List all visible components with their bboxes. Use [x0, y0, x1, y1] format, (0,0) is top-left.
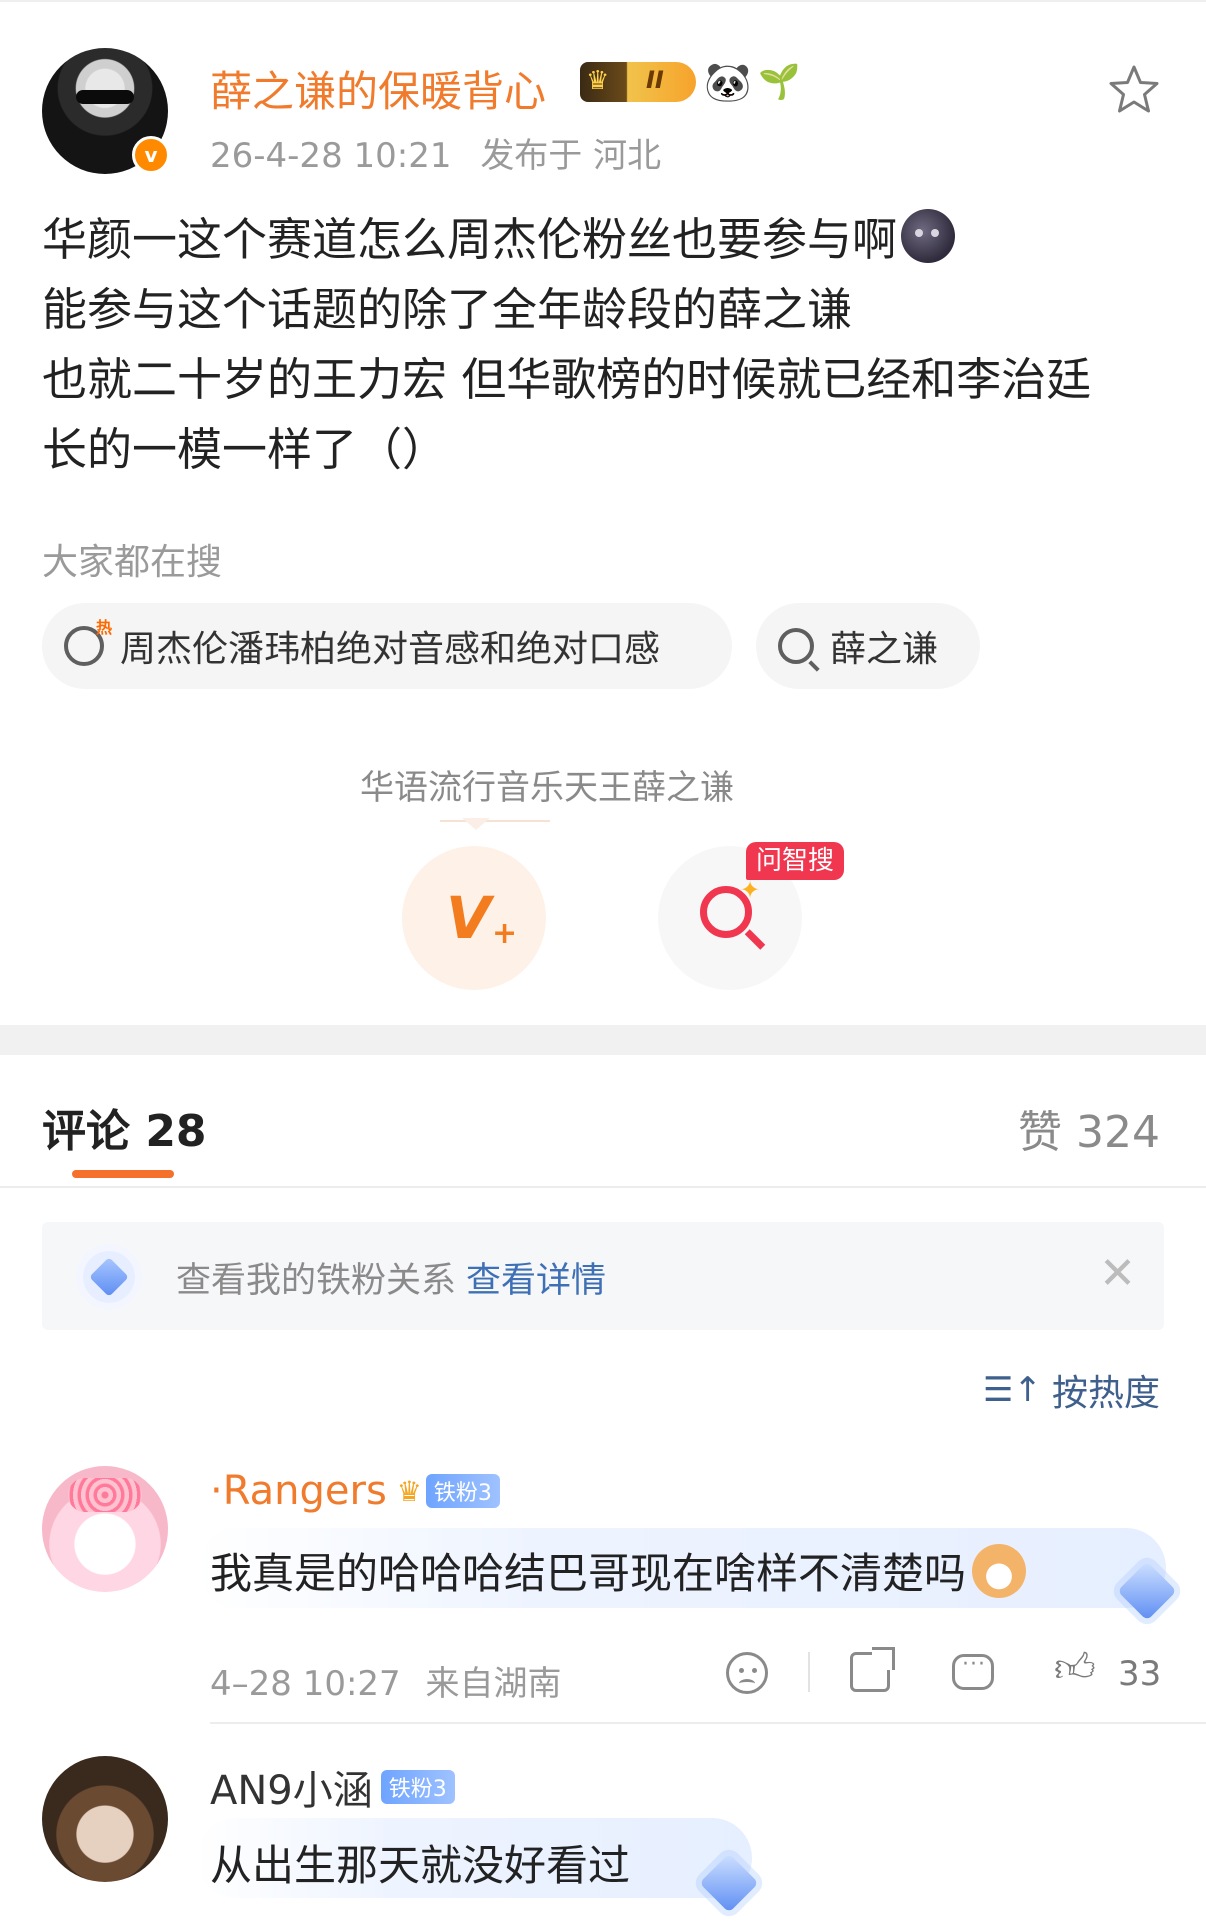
- crown-icon: ♛: [586, 66, 610, 96]
- commenter-name[interactable]: ·Rangers ♛ 铁粉3: [210, 1468, 500, 1514]
- emoji-reaction-icon[interactable]: [726, 1652, 768, 1694]
- fan-relationship-banner: 查看我的铁粉关系 查看详情 ✕: [42, 1222, 1164, 1330]
- panda-icon: 🐼: [704, 60, 752, 104]
- verified-badge-icon: v: [132, 136, 170, 174]
- vplus-button[interactable]: V +: [402, 846, 546, 990]
- post-timestamp: 26-4-28 10:21: [210, 136, 452, 176]
- post-body-line: 能参与这个话题的除了全年龄段的薛之谦: [42, 283, 853, 336]
- share-icon[interactable]: [850, 1647, 895, 1692]
- trending-chip-search[interactable]: 薛之谦: [756, 603, 980, 689]
- trending-chip-hot[interactable]: 周杰伦潘玮柏绝对音感和绝对口感: [42, 603, 732, 689]
- vip-level: II: [646, 66, 664, 94]
- topic-underline: [440, 820, 550, 822]
- plus-icon: +: [492, 916, 518, 951]
- topic-pointer: [462, 818, 490, 830]
- sort-icon: ☰↑: [983, 1370, 1042, 1410]
- commenter-avatar[interactable]: [42, 1466, 168, 1592]
- comments-divider: [0, 1186, 1206, 1188]
- action-separator: [808, 1652, 810, 1692]
- post-body: 华颜一这个赛道怎么周杰伦粉丝也要参与啊 能参与这个话题的除了全年龄段的薛之谦 也…: [42, 205, 1172, 485]
- comment-text: 从出生那天就没好看过: [210, 1841, 631, 1890]
- sparkle-icon: ✦: [740, 876, 761, 904]
- vip-badge[interactable]: ♛ II: [580, 62, 696, 102]
- close-icon[interactable]: ✕: [1099, 1252, 1136, 1296]
- sort-label: 按热度: [1051, 1373, 1160, 1414]
- doge-icon: [972, 1544, 1027, 1598]
- tab-comments[interactable]: 评论 28: [42, 1095, 207, 1159]
- post-meta: 26-4-28 10:21 发布于 河北: [210, 128, 661, 177]
- post-body-line: 华颜一这个赛道怎么周杰伦粉丝也要参与啊: [42, 205, 1172, 275]
- new-moon-face-icon: [901, 209, 956, 263]
- trending-title: 大家都在搜: [42, 542, 223, 583]
- hot-search-icon: [64, 614, 112, 666]
- author-avatar[interactable]: v: [42, 48, 170, 174]
- fan-banner-text: 查看我的铁粉关系 查看详情: [176, 1261, 607, 1301]
- thumbs-up-icon[interactable]: 👍︎: [1054, 1644, 1096, 1692]
- commenter-avatar[interactable]: [42, 1756, 168, 1882]
- like-count: 33: [1118, 1654, 1162, 1694]
- chip-label: 薛之谦: [830, 629, 939, 670]
- post-body-line: 也就二十岁的王力宏 但华歌榜的时候就已经和李治廷: [42, 353, 1092, 406]
- ai-search-badge: 问智搜: [746, 842, 845, 880]
- sort-by-hot-button[interactable]: ☰↑ 按热度: [983, 1364, 1160, 1416]
- view-details-link[interactable]: 查看详情: [466, 1261, 606, 1301]
- post-location: 发布于 河北: [480, 136, 662, 176]
- tab-likes[interactable]: 赞 324: [1018, 1096, 1160, 1160]
- fan-level-badge: 铁粉3: [425, 1474, 500, 1508]
- comment-time: 4–28 10:27: [210, 1664, 401, 1704]
- diamond-icon: [76, 1244, 142, 1310]
- super-topic-label[interactable]: 华语流行音乐天王薛之谦: [360, 760, 734, 809]
- comment-location: 来自湖南: [425, 1664, 562, 1704]
- search-icon: [778, 628, 814, 664]
- reply-icon[interactable]: [952, 1652, 994, 1690]
- fan-level-badge: 铁粉3: [380, 1770, 455, 1804]
- comment-meta: 4–28 10:27 来自湖南: [210, 1656, 562, 1705]
- commenter-name[interactable]: AN9小涵 铁粉3: [210, 1758, 455, 1816]
- chip-label: 周杰伦潘玮柏绝对音感和绝对口感: [120, 629, 661, 670]
- top-divider: [0, 0, 1206, 2]
- tab-indicator: [72, 1170, 174, 1178]
- author-name[interactable]: 薛之谦的保暖背心: [210, 58, 546, 119]
- favorite-star-icon[interactable]: [1106, 62, 1162, 118]
- sprout-icon: 🌱: [758, 62, 801, 102]
- post-body-line: 长的一模一样了（）: [42, 423, 448, 476]
- v-plus-icon: V: [446, 884, 491, 952]
- crown-badge-icon: ♛: [396, 1474, 422, 1508]
- section-separator: [0, 1025, 1206, 1055]
- comment-divider: [210, 1722, 1206, 1724]
- comment-text: 我真是的哈哈哈结巴哥现在啥样不清楚吗: [210, 1540, 1027, 1601]
